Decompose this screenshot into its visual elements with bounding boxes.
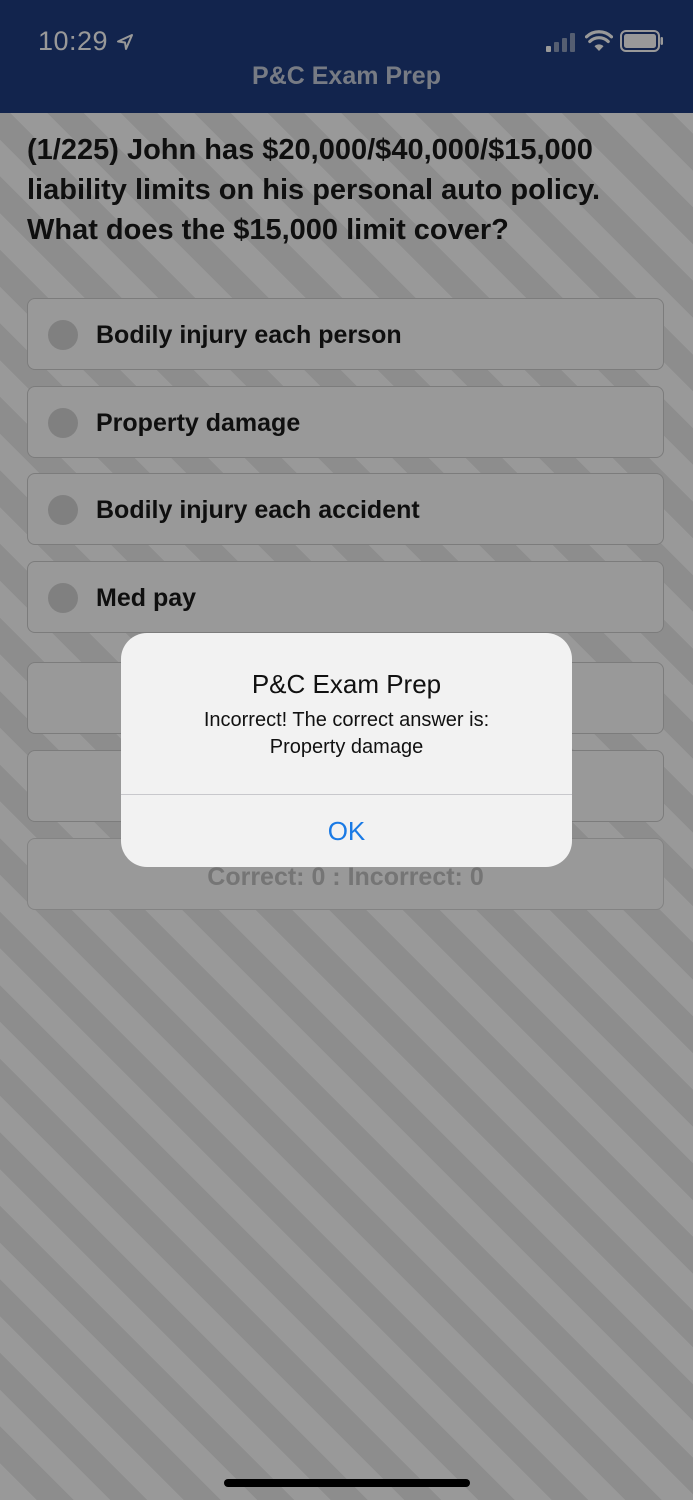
alert-message-line-1: Incorrect! The correct answer is:: [203, 709, 490, 731]
alert-message-line-2: Property damage: [269, 736, 424, 758]
alert-ok-button[interactable]: OK: [121, 795, 572, 867]
app-screen: 10:29 P&C Exam Prep (1/225) John has $20…: [0, 0, 693, 1500]
alert-message: Incorrect! The correct answer is: Proper…: [141, 707, 552, 761]
home-indicator[interactable]: [224, 1479, 470, 1487]
alert-dialog: P&C Exam Prep Incorrect! The correct ans…: [121, 633, 572, 867]
alert-title: P&C Exam Prep: [251, 669, 442, 699]
